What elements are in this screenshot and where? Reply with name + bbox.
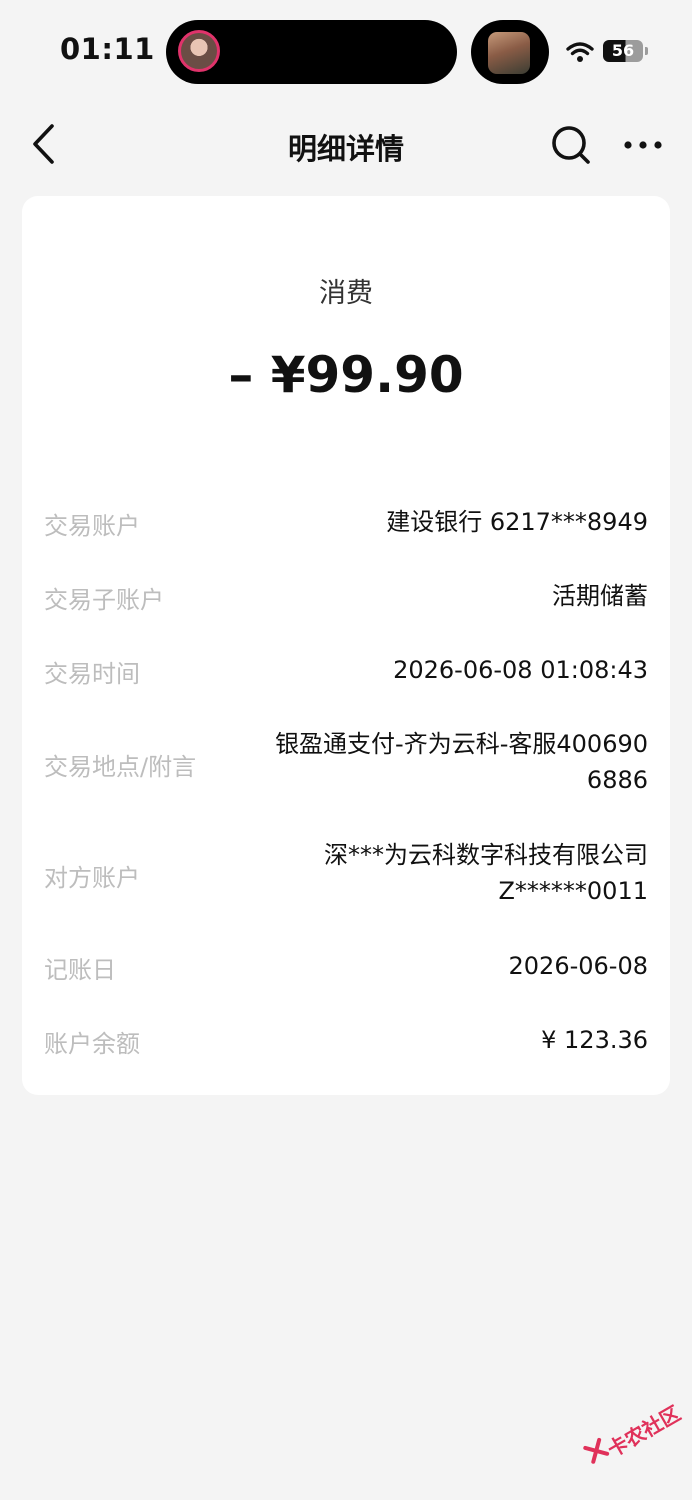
detail-label: 交易地点/附言 [44, 753, 197, 781]
status-bar: 01:11 56 [0, 0, 692, 100]
detail-value-line: 6886 [586, 766, 648, 794]
detail-row-account: 交易账户 建设银行 6217***8949 [44, 504, 648, 544]
navigation-bar: 明细详情 [0, 108, 692, 178]
transaction-amount: – ¥99.90 [228, 346, 464, 404]
detail-row-time: 交易时间 2026-06-08 01:08:43 [44, 652, 648, 692]
search-icon[interactable] [548, 122, 594, 168]
live-activity-avatar[interactable] [178, 30, 220, 72]
transaction-type: 消费 [319, 278, 373, 309]
detail-label: 记账日 [44, 956, 116, 984]
detail-label: 交易时间 [44, 660, 140, 688]
dynamic-island-secondary[interactable] [471, 20, 549, 84]
detail-value-line: 银盈通支付-齐为云科-客服400690 [275, 730, 648, 758]
detail-row-location-memo: 交易地点/附言 银盈通支付-齐为云科-客服400690 6886 [44, 726, 648, 802]
wifi-icon [566, 42, 594, 62]
detail-value: 2026-06-08 [508, 952, 648, 980]
battery-tip [645, 47, 648, 55]
detail-value: 建设银行 6217***8949 [386, 508, 648, 536]
detail-row-balance: 账户余额 ¥ 123.36 [44, 1022, 648, 1062]
detail-label: 交易子账户 [44, 586, 164, 614]
detail-value: 2026-06-08 01:08:43 [393, 656, 648, 684]
detail-value-line: Z******0011 [498, 877, 648, 905]
detail-label: 账户余额 [44, 1030, 140, 1058]
detail-row-posting-date: 记账日 2026-06-08 [44, 948, 648, 988]
transaction-detail-card: 消费 – ¥99.90 交易账户 建设银行 6217***8949 交易子账户 … [22, 196, 670, 1095]
status-time: 01:11 [60, 32, 155, 66]
dynamic-island[interactable] [166, 20, 457, 84]
detail-value: 活期储蓄 [552, 582, 648, 610]
detail-row-sub-account: 交易子账户 活期储蓄 [44, 578, 648, 618]
detail-value-line: 深***为云科数字科技有限公司 [324, 841, 648, 869]
watermark-text: 卡农社区 [603, 1401, 685, 1462]
detail-value: ¥ 123.36 [541, 1026, 648, 1054]
battery-icon: 56 [603, 40, 643, 62]
detail-row-counterparty: 对方账户 深***为云科数字科技有限公司 Z******0011 [44, 837, 648, 913]
detail-label: 交易账户 [44, 512, 140, 540]
detail-label: 对方账户 [44, 864, 140, 892]
live-activity-thumbnail[interactable] [488, 32, 530, 74]
watermark: 卡农社区 [574, 1385, 692, 1496]
more-options-icon[interactable] [620, 130, 666, 160]
